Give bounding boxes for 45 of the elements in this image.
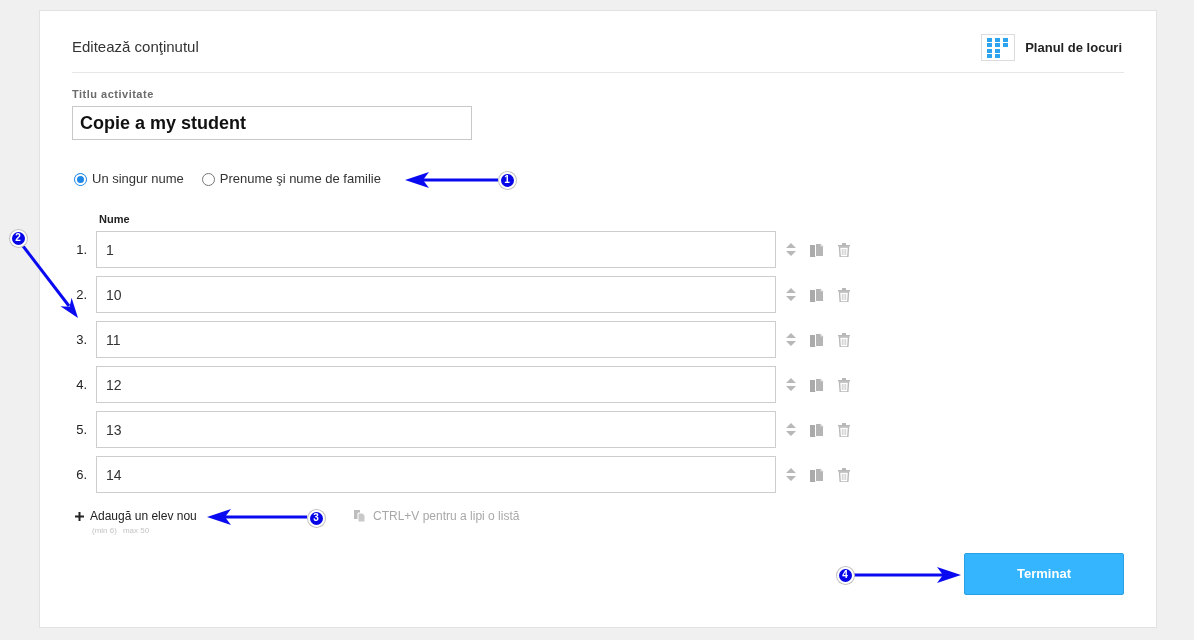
- column-header: Nume: [99, 213, 130, 225]
- sort-arrows-icon[interactable]: [786, 333, 796, 346]
- trash-icon[interactable]: [838, 377, 850, 392]
- copy-icon[interactable]: [810, 332, 824, 347]
- field-label: Titlu activitate: [72, 87, 154, 101]
- sort-arrows-icon[interactable]: [786, 378, 796, 391]
- name-input[interactable]: 13: [96, 411, 776, 448]
- copy-icon[interactable]: [810, 377, 824, 392]
- callout-badge: 2: [9, 229, 27, 247]
- name-input[interactable]: 12: [96, 366, 776, 403]
- paste-icon: [354, 510, 365, 522]
- sort-arrows-icon[interactable]: [786, 243, 796, 256]
- radio-label[interactable]: Prenume şi nume de familie: [219, 169, 381, 189]
- trash-icon[interactable]: [838, 467, 850, 482]
- sort-arrows-icon[interactable]: [786, 288, 796, 301]
- title-input[interactable]: Copie a my student: [72, 106, 472, 140]
- row-number: 2.: [75, 285, 88, 304]
- trash-icon[interactable]: [838, 422, 850, 437]
- trash-icon[interactable]: [838, 332, 850, 347]
- copy-icon[interactable]: [810, 287, 824, 302]
- paste-hint: CTRL+V pentru a lipi o listă: [373, 508, 520, 525]
- radio-button[interactable]: [201, 172, 215, 186]
- seating-plan-icon: [981, 34, 1016, 61]
- sort-arrows-icon[interactable]: [786, 468, 796, 481]
- radio-button[interactable]: [74, 172, 87, 186]
- add-student-button[interactable]: Adaugă un elev nou: [75, 509, 197, 523]
- seating-plan-link[interactable]: Planul de locuri: [981, 34, 1122, 61]
- row-number: 5.: [75, 420, 88, 439]
- copy-icon[interactable]: [810, 422, 824, 437]
- copy-icon[interactable]: [810, 467, 824, 482]
- name-input[interactable]: 14: [96, 456, 776, 493]
- name-input[interactable]: 10: [96, 276, 776, 313]
- sort-arrows-icon[interactable]: [786, 423, 796, 436]
- trash-icon[interactable]: [838, 287, 850, 302]
- trash-icon[interactable]: [838, 242, 850, 257]
- name-input[interactable]: 11: [96, 321, 776, 358]
- row-number: 4.: [75, 375, 88, 394]
- row-number: 1.: [75, 240, 88, 259]
- row-number: 3.: [75, 330, 88, 349]
- copy-icon[interactable]: [810, 242, 824, 257]
- plus-icon: [75, 511, 84, 521]
- page-title: Editează conţinutul: [72, 37, 199, 58]
- radio-label[interactable]: Un singur nume: [92, 169, 184, 189]
- name-input[interactable]: 1: [96, 231, 776, 268]
- row-number: 6.: [75, 465, 88, 484]
